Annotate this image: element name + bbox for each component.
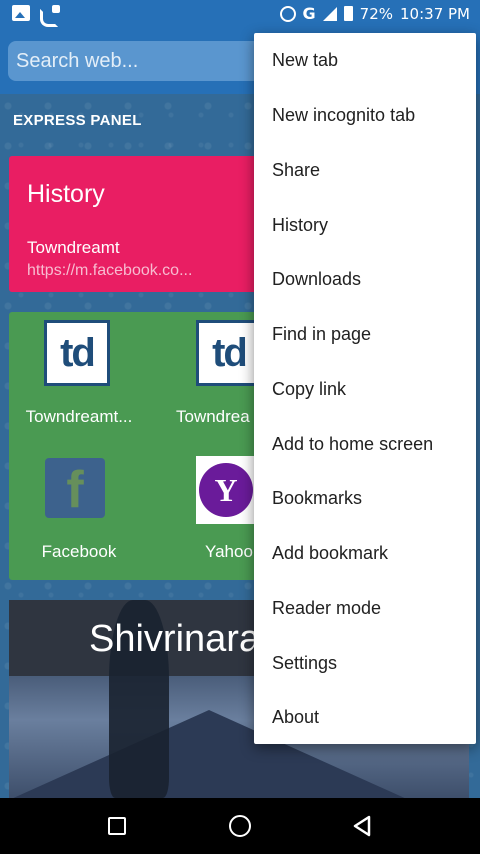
home-icon[interactable]: [229, 815, 251, 837]
battery-icon: [343, 6, 353, 21]
menu-item-share[interactable]: Share: [254, 143, 476, 197]
battery-percent: 72%: [359, 4, 394, 23]
menu-item-find-in-page[interactable]: Find in page: [254, 307, 476, 361]
menu-item-about[interactable]: About: [254, 690, 476, 744]
towndreamt-logo-icon: td: [196, 320, 262, 386]
speed-dial-tile[interactable]: f Facebook: [9, 446, 149, 580]
menu-item-add-to-home-screen[interactable]: Add to home screen: [254, 417, 476, 471]
speed-dial-label: Towndreamt...: [25, 407, 133, 426]
menu-item-copy-link[interactable]: Copy link: [254, 362, 476, 416]
express-panel-label: EXPRESS PANEL: [13, 112, 142, 129]
back-icon[interactable]: [352, 815, 372, 837]
photo-card-title: Shivrinara: [89, 618, 261, 660]
navigation-bar: [0, 798, 480, 854]
menu-item-add-bookmark[interactable]: Add bookmark: [254, 526, 476, 580]
image-notification-icon: [12, 5, 30, 21]
menu-item-downloads[interactable]: Downloads: [254, 252, 476, 306]
recents-icon[interactable]: [108, 817, 126, 835]
speed-dial-tile[interactable]: td Towndreamt...: [9, 312, 149, 446]
clock: 10:37 PM: [400, 4, 470, 23]
menu-item-settings[interactable]: Settings: [254, 636, 476, 690]
overflow-menu: New tab New incognito tab Share History …: [254, 33, 476, 744]
yahoo-logo-icon: Y: [196, 456, 256, 524]
signal-icon: [322, 6, 337, 21]
speed-dial-label: Facebook: [41, 542, 117, 561]
call-notification-icon: [40, 5, 60, 27]
alarm-icon: [279, 5, 296, 22]
menu-item-bookmarks[interactable]: Bookmarks: [254, 471, 476, 525]
menu-item-new-tab[interactable]: New tab: [254, 33, 476, 87]
history-card-title: History: [27, 180, 105, 208]
network-type: G: [302, 4, 316, 23]
menu-item-history[interactable]: History: [254, 198, 476, 252]
towndreamt-logo-icon: td: [44, 320, 110, 386]
menu-item-reader-mode[interactable]: Reader mode: [254, 581, 476, 635]
facebook-logo-icon: f: [45, 458, 105, 518]
history-card-site: Towndreamt: [27, 238, 120, 257]
menu-item-new-incognito-tab[interactable]: New incognito tab: [254, 88, 476, 142]
status-bar: G 72% 10:37 PM: [0, 0, 480, 28]
history-card-url: https://m.facebook.co...: [27, 262, 193, 279]
